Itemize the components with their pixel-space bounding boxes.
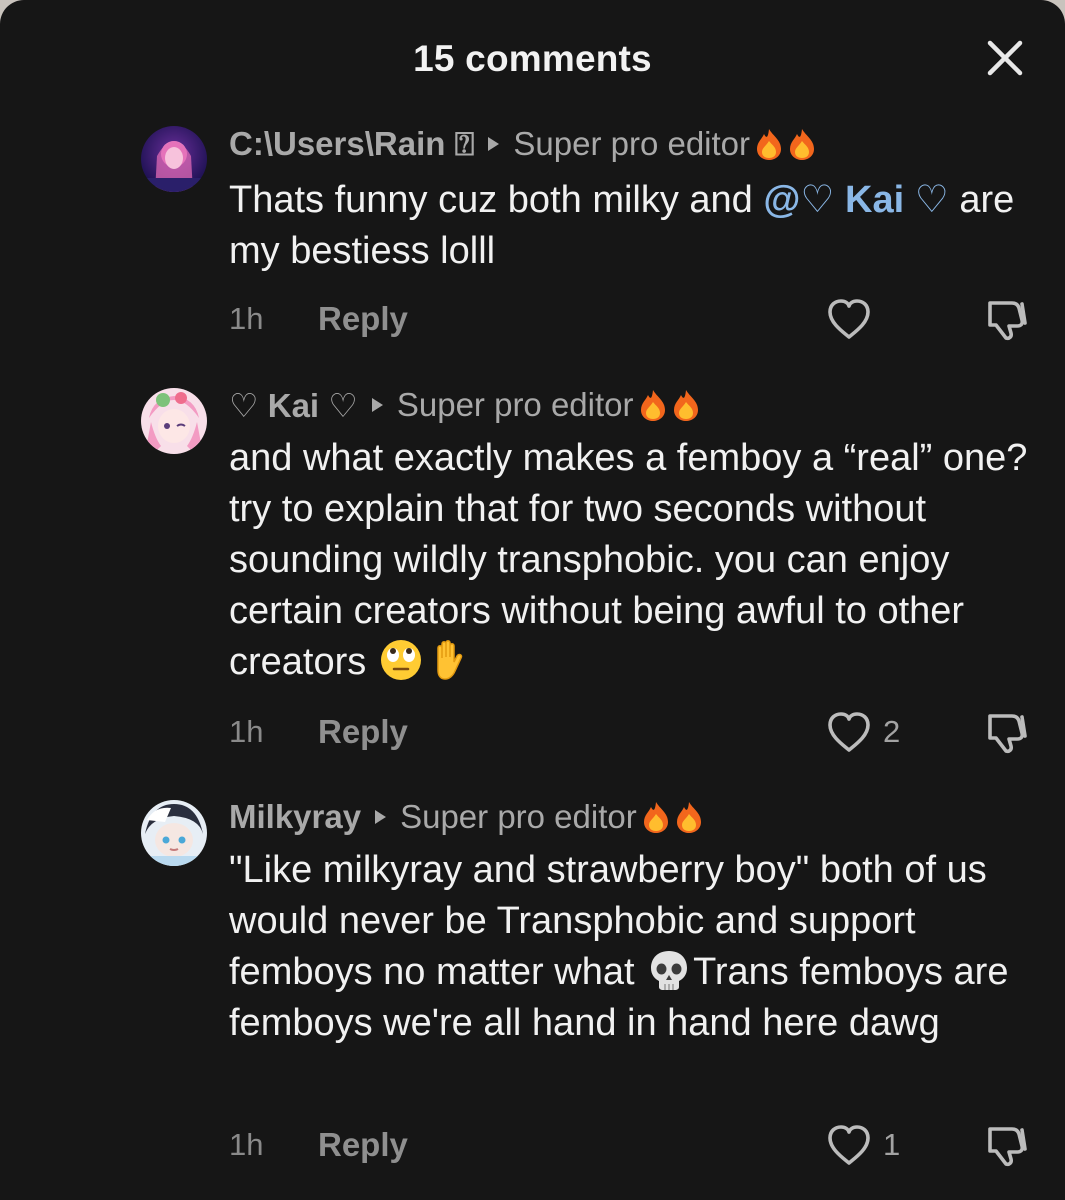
caret-right-icon bbox=[375, 810, 387, 824]
fire-emoji bbox=[641, 800, 671, 834]
caret-right-icon bbox=[488, 137, 500, 151]
username[interactable]: C:\Users\Rain ⍰ bbox=[229, 125, 474, 164]
like-button[interactable]: 2 bbox=[825, 708, 900, 756]
comment-text: and what exactly makes a femboy a “real”… bbox=[229, 433, 1039, 688]
thumbs-down-icon bbox=[982, 1119, 1032, 1169]
video-title[interactable]: Super pro editor bbox=[400, 798, 637, 836]
video-title[interactable]: Super pro editor bbox=[397, 386, 634, 424]
avatar[interactable] bbox=[141, 800, 207, 866]
comment-footer: 1h Reply 1 bbox=[0, 1123, 1065, 1167]
caret-right-icon bbox=[371, 398, 383, 412]
comments-sheet: 15 comments C:\Users\Rain ⍰ Super pro ed… bbox=[0, 0, 1065, 1200]
like-count: 1 bbox=[883, 1127, 901, 1162]
comment-text: Thats funny cuz both milky and @♡ Kai ♡ … bbox=[229, 175, 1039, 277]
dislike-button[interactable] bbox=[982, 706, 1032, 756]
skull-emoji bbox=[647, 948, 691, 992]
comment-time: 1h bbox=[229, 714, 264, 749]
comment-time: 1h bbox=[229, 1127, 264, 1162]
reply-button[interactable]: Reply bbox=[318, 297, 408, 341]
thumbs-down-icon bbox=[982, 706, 1032, 756]
avatar[interactable] bbox=[141, 388, 207, 454]
comment-meta: C:\Users\Rain ⍰ Super pro editor bbox=[229, 124, 817, 164]
dislike-button[interactable] bbox=[982, 293, 1032, 343]
like-button[interactable] bbox=[825, 295, 883, 343]
video-title[interactable]: Super pro editor bbox=[513, 125, 750, 163]
comment-text-part: and what exactly makes a femboy a “real”… bbox=[229, 437, 1028, 683]
heart-icon bbox=[825, 296, 873, 342]
raised-hand-emoji bbox=[427, 638, 471, 682]
eye-roll-emoji bbox=[379, 638, 423, 682]
comment-footer: 1h Reply 2 bbox=[0, 710, 1065, 754]
username[interactable]: Milkyray bbox=[229, 798, 361, 836]
thumbs-down-icon bbox=[982, 293, 1032, 343]
fire-emoji bbox=[638, 388, 668, 422]
username[interactable]: ♡ Kai ♡ bbox=[229, 386, 358, 425]
close-icon[interactable] bbox=[980, 33, 1030, 83]
comment-meta: Milkyray Super pro editor bbox=[229, 797, 704, 837]
avatar[interactable] bbox=[141, 126, 207, 192]
reply-button[interactable]: Reply bbox=[318, 710, 408, 754]
reply-button[interactable]: Reply bbox=[318, 1123, 408, 1167]
fire-emoji bbox=[671, 388, 701, 422]
fire-emoji bbox=[787, 127, 817, 161]
dislike-button[interactable] bbox=[982, 1119, 1032, 1169]
heart-icon bbox=[825, 1122, 873, 1168]
fire-emoji bbox=[674, 800, 704, 834]
heart-icon bbox=[825, 709, 873, 755]
mention-link[interactable]: @♡ Kai ♡ bbox=[763, 179, 948, 221]
comments-count-title: 15 comments bbox=[413, 38, 652, 79]
comment-footer: 1h Reply bbox=[0, 297, 1065, 341]
fire-emoji bbox=[754, 127, 784, 161]
comment-meta: ♡ Kai ♡ Super pro editor bbox=[229, 385, 701, 425]
comment-time: 1h bbox=[229, 301, 264, 336]
like-button[interactable]: 1 bbox=[825, 1121, 900, 1169]
like-count: 2 bbox=[883, 714, 901, 749]
comment-text: "Like milkyray and strawberry boy" both … bbox=[229, 845, 1039, 1049]
comment-text-part: Thats funny cuz both milky and bbox=[229, 179, 764, 221]
